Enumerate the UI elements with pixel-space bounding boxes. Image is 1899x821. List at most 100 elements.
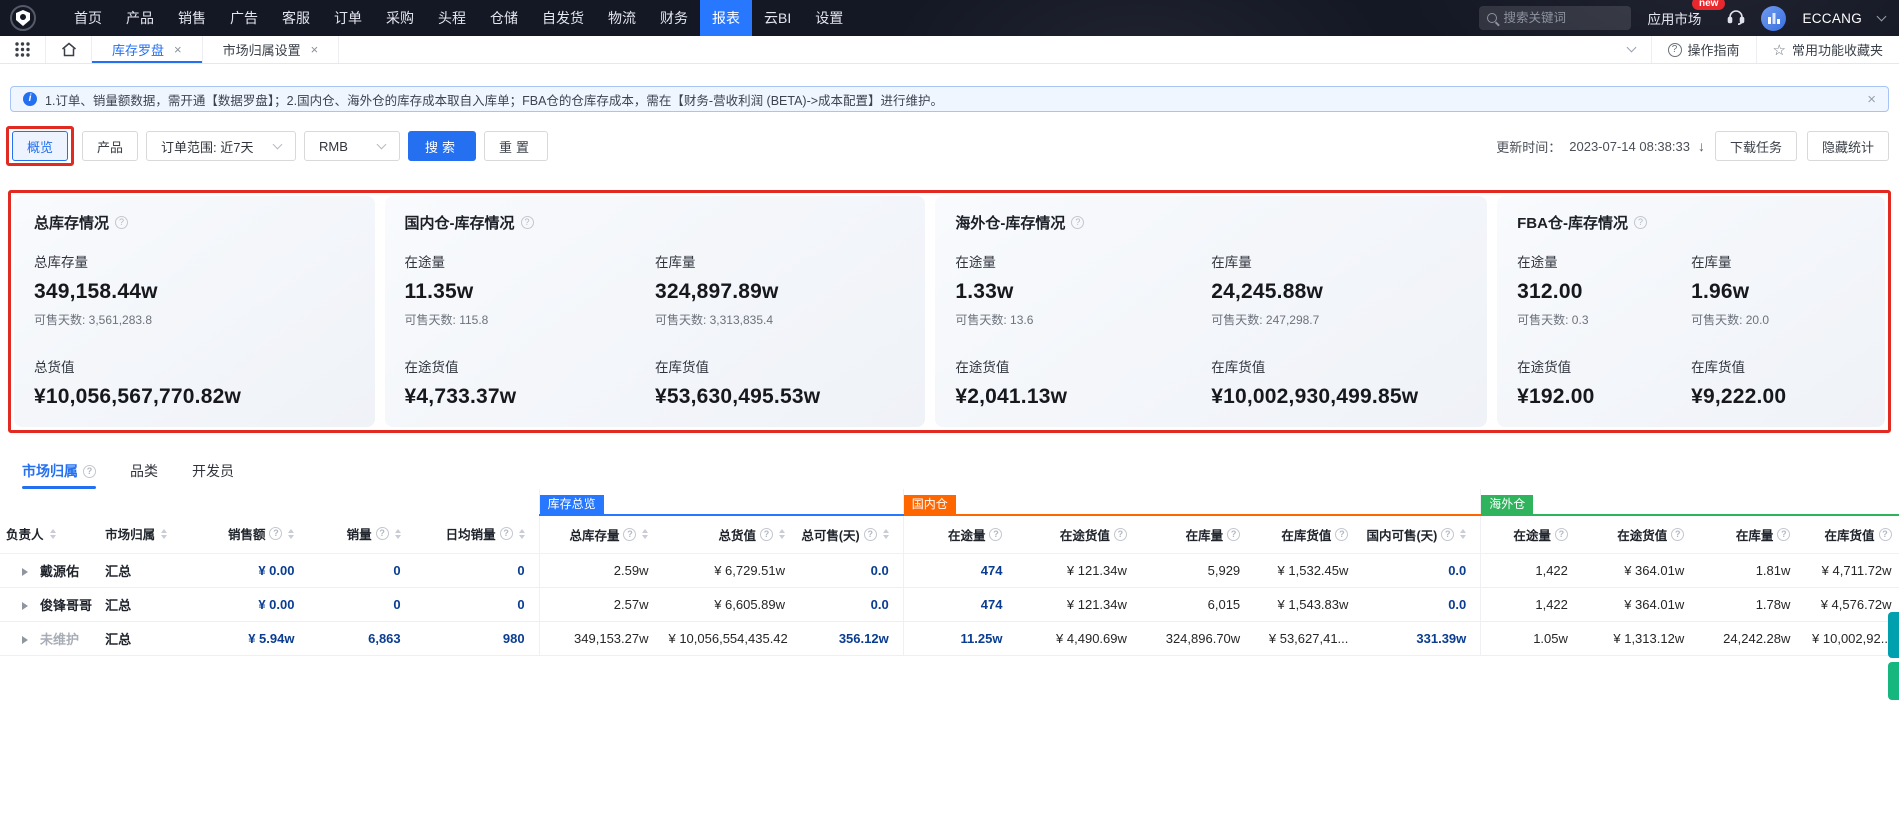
global-search[interactable] xyxy=(1479,6,1631,30)
avatar[interactable] xyxy=(1761,6,1786,31)
help-icon[interactable] xyxy=(500,527,513,540)
expand-arrow-icon[interactable] xyxy=(22,602,32,610)
topbar-menu-item[interactable]: 云BI xyxy=(752,0,803,36)
topbar-menu-item[interactable]: 物流 xyxy=(596,0,648,36)
banner-close-icon[interactable] xyxy=(1867,91,1876,108)
table-scroll-area[interactable]: 库存总览国内仓海外仓负责人市场归属销售额销量日均销量总库存量总货值总可售(天)在… xyxy=(0,489,1899,656)
help-icon[interactable] xyxy=(115,216,128,229)
search-button[interactable]: 搜索 xyxy=(408,131,476,161)
workspace-tab[interactable]: 市场归属设置 xyxy=(203,36,340,63)
column-header[interactable]: 总库存量 xyxy=(569,525,619,544)
column-header[interactable]: 在途货值 xyxy=(1060,525,1110,544)
help-icon[interactable] xyxy=(760,528,773,541)
column-header[interactable]: 在途量 xyxy=(948,525,986,544)
app-market-link[interactable]: 应用市场 new xyxy=(1647,8,1701,28)
help-icon[interactable] xyxy=(1114,528,1127,541)
help-icon[interactable] xyxy=(1879,528,1892,541)
download-tasks-button[interactable]: 下载任务 xyxy=(1715,131,1797,161)
sort-icon[interactable] xyxy=(779,526,785,542)
column-header[interactable]: 国内可售(天) xyxy=(1366,525,1437,544)
help-icon[interactable] xyxy=(1227,528,1240,541)
column-header[interactable]: 日均销量 xyxy=(446,524,496,543)
sort-icon[interactable] xyxy=(883,526,889,542)
sort-icon[interactable] xyxy=(1460,526,1466,542)
topbar-menu-item[interactable]: 产品 xyxy=(114,0,166,36)
help-icon[interactable] xyxy=(1071,216,1084,229)
topbar-menu-item[interactable]: 财务 xyxy=(648,0,700,36)
owner-name[interactable]: 未维护 xyxy=(40,632,79,647)
currency-select[interactable]: RMB xyxy=(304,131,400,161)
floating-widget-tab[interactable] xyxy=(1888,662,1899,700)
view-product-button[interactable]: 产品 xyxy=(82,131,138,161)
sort-icon[interactable] xyxy=(395,526,401,542)
favorites-link[interactable]: 常用功能收藏夹 xyxy=(1756,36,1899,63)
help-icon[interactable] xyxy=(1441,528,1454,541)
home-icon[interactable] xyxy=(46,36,92,63)
tab-close-icon[interactable] xyxy=(311,42,319,57)
topbar-menu-item[interactable]: 销售 xyxy=(166,0,218,36)
help-icon[interactable] xyxy=(1777,528,1790,541)
topbar-menu-item[interactable]: 广告 xyxy=(218,0,270,36)
account-name[interactable]: ECCANG xyxy=(1802,11,1862,26)
apps-grid-icon[interactable] xyxy=(0,36,46,63)
topbar-menu-item[interactable]: 订单 xyxy=(322,0,374,36)
topbar-menu-item[interactable]: 采购 xyxy=(374,0,426,36)
column-header[interactable]: 销售额 xyxy=(228,524,266,543)
owner-name[interactable]: 戴源佑 xyxy=(40,564,79,579)
account-chevron-down-icon[interactable] xyxy=(1877,11,1887,21)
topbar-menu-item[interactable]: 设置 xyxy=(803,0,855,36)
topbar-menu-item[interactable]: 自发货 xyxy=(530,0,596,36)
column-header[interactable]: 在途货值 xyxy=(1617,525,1667,544)
sort-icon[interactable] xyxy=(161,526,167,542)
workspace-tab[interactable]: 库存罗盘 xyxy=(92,36,203,63)
help-icon[interactable] xyxy=(864,528,877,541)
topbar-menu-item[interactable]: 客服 xyxy=(270,0,322,36)
search-input[interactable] xyxy=(1503,11,1613,25)
support-headset-icon[interactable] xyxy=(1727,9,1745,28)
expand-arrow-icon[interactable] xyxy=(22,568,32,576)
topbar-menu-item[interactable]: 头程 xyxy=(426,0,478,36)
topbar-menu-item[interactable]: 首页 xyxy=(62,0,114,36)
help-icon[interactable] xyxy=(269,527,282,540)
column-header[interactable]: 总可售(天) xyxy=(801,525,859,544)
hide-stats-button[interactable]: 隐藏统计 xyxy=(1807,131,1889,161)
sort-icon[interactable] xyxy=(288,526,294,542)
view-overview-button[interactable]: 概览 xyxy=(12,131,68,161)
order-range-select[interactable]: 订单范围: 近7天 xyxy=(146,131,296,161)
column-header[interactable]: 在库货值 xyxy=(1825,525,1875,544)
help-icon[interactable] xyxy=(376,527,389,540)
tab-list-dropdown[interactable] xyxy=(1612,36,1651,63)
help-icon[interactable] xyxy=(521,216,534,229)
help-icon[interactable] xyxy=(1555,528,1568,541)
sort-icon[interactable] xyxy=(50,526,56,542)
column-header[interactable]: 总货值 xyxy=(719,525,757,544)
column-header[interactable]: 在库量 xyxy=(1736,525,1774,544)
expand-arrow-icon[interactable] xyxy=(22,636,32,644)
dimension-tab[interactable]: 开发员 xyxy=(192,461,234,489)
help-icon[interactable] xyxy=(1634,216,1647,229)
operation-guide-link[interactable]: 操作指南 xyxy=(1651,36,1756,63)
topbar-menu-item[interactable]: 报表 xyxy=(700,0,752,36)
help-icon[interactable] xyxy=(989,528,1002,541)
app-logo-icon[interactable] xyxy=(10,5,36,31)
refresh-arrow-icon[interactable] xyxy=(1698,138,1705,154)
help-icon[interactable] xyxy=(83,465,96,478)
column-header[interactable]: 在途量 xyxy=(1513,525,1551,544)
dimension-tab[interactable]: 市场归属 xyxy=(22,461,96,489)
help-icon[interactable] xyxy=(1335,528,1348,541)
help-icon[interactable] xyxy=(1671,528,1684,541)
sort-icon[interactable] xyxy=(519,526,525,542)
reset-button[interactable]: 重置 xyxy=(484,131,548,161)
column-header[interactable]: 负责人 xyxy=(6,524,44,543)
column-header[interactable]: 市场归属 xyxy=(105,524,155,543)
dimension-tab[interactable]: 品类 xyxy=(130,461,158,489)
topbar-menu-item[interactable]: 仓储 xyxy=(478,0,530,36)
tab-close-icon[interactable] xyxy=(174,42,182,57)
column-header[interactable]: 在库货值 xyxy=(1281,525,1331,544)
sort-icon[interactable] xyxy=(642,526,648,542)
owner-name[interactable]: 俊锋哥哥 xyxy=(40,598,92,613)
column-header[interactable]: 销量 xyxy=(347,524,372,543)
floating-widget-tab[interactable] xyxy=(1888,612,1899,658)
column-header[interactable]: 在库量 xyxy=(1186,525,1224,544)
help-icon[interactable] xyxy=(623,528,636,541)
